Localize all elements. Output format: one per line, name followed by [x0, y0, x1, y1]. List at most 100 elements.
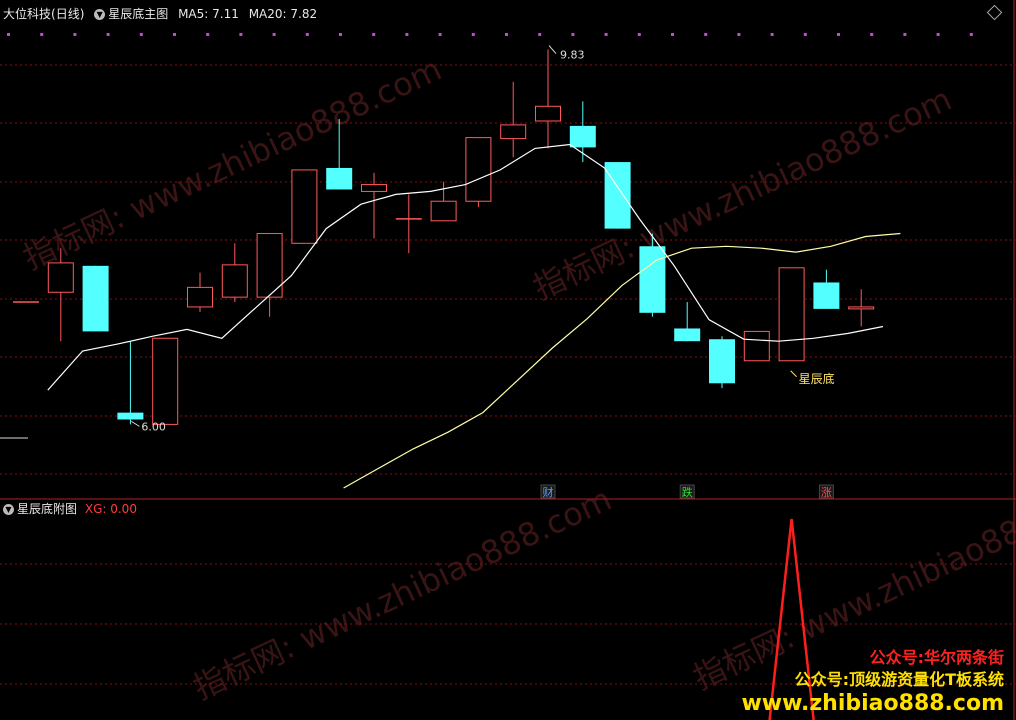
top-dot	[106, 33, 110, 36]
candlestick	[674, 302, 701, 342]
top-dot	[339, 33, 342, 36]
top-dot	[803, 33, 807, 36]
top-dot	[538, 33, 542, 36]
top-dot	[671, 33, 674, 36]
candle-body	[743, 330, 770, 362]
ma20-value: 7.82	[290, 7, 318, 21]
candle-body	[221, 264, 248, 298]
ma5-label: MA5:	[178, 7, 209, 21]
candle-body	[674, 328, 701, 342]
top-dot	[206, 33, 210, 36]
candle-body	[291, 169, 318, 244]
sub-chart-header: ▼ 星辰底附图 XG: 0.00	[3, 502, 137, 516]
candle-body	[465, 137, 492, 202]
candlestick	[813, 269, 840, 309]
ma5-value: 7.11	[212, 7, 239, 21]
top-dot	[505, 33, 508, 36]
top-dot	[372, 33, 376, 36]
candle-body	[500, 124, 527, 140]
chart-window: 指标网: www.zhibiao888.com 指标网: www.zhibiao8…	[0, 0, 1016, 720]
top-dot	[604, 33, 608, 36]
candlestick	[221, 243, 248, 303]
top-dot	[571, 33, 575, 36]
candle-body	[535, 105, 561, 122]
main-chart-header: 大位科技(日线) ▼ 星辰底主图 MA5: 7.11 MA20: 7.82	[3, 7, 317, 21]
candlestick	[152, 337, 179, 425]
signal-label: 星辰底	[799, 371, 835, 386]
ma20-label: MA20:	[248, 7, 287, 21]
top-dot	[7, 33, 10, 36]
high-price-label: 9.83	[560, 49, 585, 62]
candlestick	[465, 137, 492, 208]
top-dot	[239, 33, 243, 36]
marker-23: 涨	[818, 484, 834, 499]
candlestick	[848, 289, 875, 327]
top-dot	[471, 33, 475, 36]
candle-body	[47, 262, 74, 293]
candle-body	[361, 184, 387, 192]
xg-label: XG:	[84, 502, 107, 516]
marker-label: 跌	[682, 485, 693, 499]
watermark-diag-text: 指标网: www.zhibiao888.com	[527, 80, 957, 307]
kline-chart: 指标网: www.zhibiao888.com 指标网: www.zhibiao8…	[0, 0, 1016, 720]
candles	[13, 49, 875, 425]
candle-body	[848, 306, 875, 310]
main-indicator-name[interactable]: 星辰底主图	[108, 7, 168, 21]
top-dot	[770, 33, 774, 36]
top-dot	[73, 33, 77, 36]
candlestick	[291, 169, 318, 244]
signal-arrow	[790, 370, 797, 378]
sub-indicator-name[interactable]: 星辰底附图	[17, 502, 77, 516]
candle-body	[430, 200, 457, 222]
candlestick	[604, 162, 631, 229]
xg-value: 0.00	[110, 502, 137, 516]
low-arrow	[131, 420, 140, 427]
chevron-down-icon[interactable]: ▼	[3, 504, 14, 515]
candlestick	[535, 49, 561, 149]
top-dot	[405, 33, 409, 36]
top-dot	[969, 33, 973, 36]
top-dot	[139, 33, 143, 36]
candlestick	[256, 233, 283, 317]
candle-body	[82, 265, 109, 332]
ma20-line	[343, 232, 901, 489]
top-dot	[737, 33, 741, 36]
top-dot	[903, 33, 907, 36]
marker-19: 跌	[679, 484, 695, 499]
watermark-line1: 公众号:华尔两条街	[869, 648, 1004, 667]
top-dot	[936, 33, 940, 36]
chevron-down-icon[interactable]: ▼	[94, 9, 106, 20]
high-arrow	[548, 45, 557, 54]
marker-label: 涨	[821, 486, 832, 499]
candlestick	[82, 265, 109, 332]
low-price-label: 6.00	[141, 420, 166, 433]
watermark-line3: www.zhibiao888.com	[741, 691, 1004, 716]
top-dot	[272, 33, 276, 36]
candlestick	[395, 194, 422, 254]
candle-body	[117, 412, 144, 420]
candlestick	[117, 341, 144, 425]
stock-name: 大位科技	[3, 7, 52, 21]
period-label: (日线)	[51, 7, 85, 21]
watermark-diag-text: 指标网: www.zhibiao888.com	[17, 50, 447, 277]
marker-15: 财	[540, 484, 556, 499]
candlestick	[709, 336, 735, 389]
candle-body	[569, 125, 596, 148]
top-dot-row	[7, 33, 973, 36]
candlestick	[500, 81, 527, 158]
candle-body	[187, 286, 213, 308]
top-dot	[438, 33, 442, 36]
candle-body	[152, 337, 179, 425]
top-dot	[637, 33, 641, 36]
marker-label: 财	[543, 485, 554, 499]
candle-body	[709, 339, 735, 384]
top-dot	[704, 33, 708, 36]
top-dot	[837, 33, 840, 36]
top-dot	[173, 33, 176, 36]
candlestick	[361, 172, 387, 239]
candle-body	[326, 167, 353, 190]
top-dot	[305, 33, 309, 36]
watermark-line2: 公众号:顶级游资量化T板系统	[794, 670, 1004, 689]
candlestick	[778, 267, 805, 362]
candlestick	[743, 330, 770, 362]
